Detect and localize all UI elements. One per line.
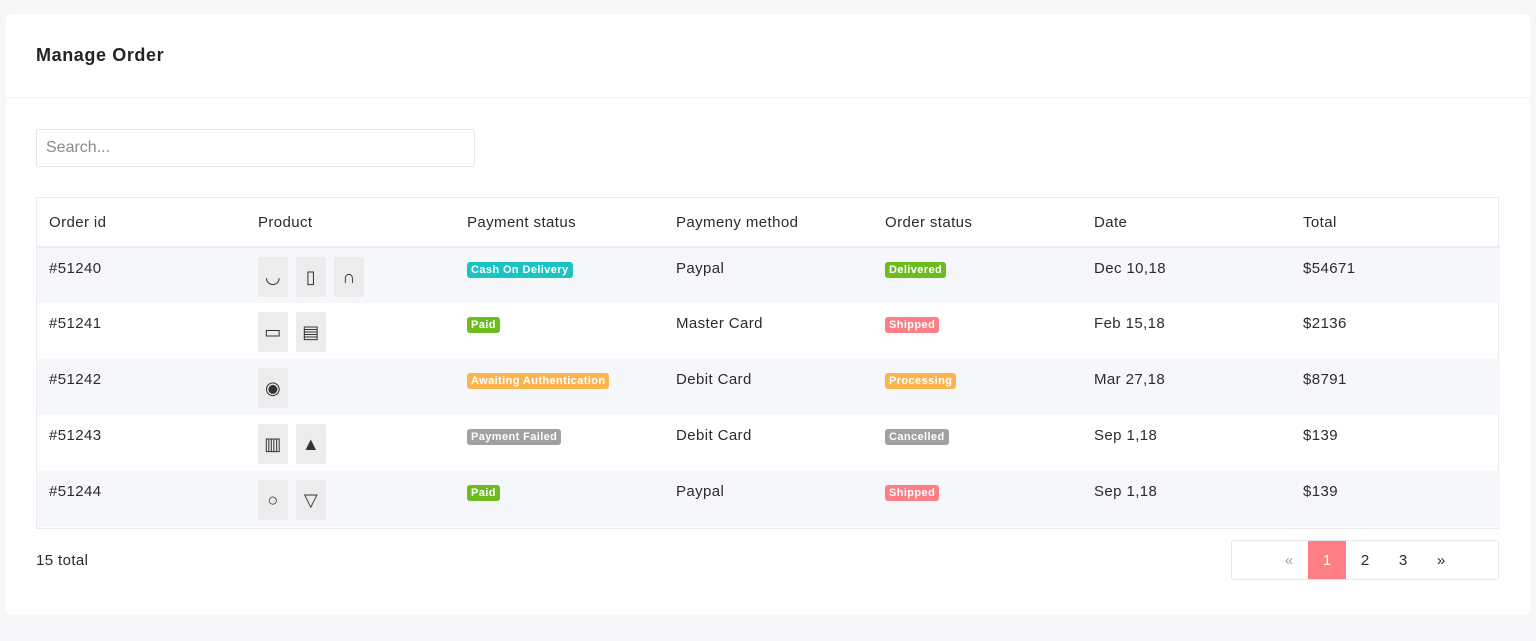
order-status-badge: Shipped xyxy=(885,485,940,501)
total-cell: $54671 xyxy=(1291,247,1500,303)
pagination-next-button[interactable]: » xyxy=(1422,541,1460,579)
column-header-product[interactable]: Product xyxy=(246,198,455,248)
headset-icon[interactable]: ◡ xyxy=(258,257,288,297)
order-status-badge: Processing xyxy=(885,373,957,389)
payment-status-badge: Cash On Delivery xyxy=(467,262,573,278)
total-count: 15 total xyxy=(36,552,89,569)
date-cell: Sep 1,18 xyxy=(1082,471,1291,527)
order-id-cell[interactable]: #51241 xyxy=(37,303,246,359)
payment-status-cell: Payment Failed xyxy=(455,415,664,471)
card-header: Manage Order xyxy=(6,14,1530,98)
payment-status-cell: Cash On Delivery xyxy=(455,247,664,303)
lamp-icon[interactable]: ▲ xyxy=(296,424,326,464)
product-cell: ○ ▽ xyxy=(246,471,455,527)
product-thumbnails: ◡ ▯ ∩ xyxy=(258,257,455,297)
order-status-badge: Cancelled xyxy=(885,429,949,445)
table-row[interactable]: #51244 ○ ▽ Paid Paypal Shipped Sep 1,18 $139 xyxy=(37,471,1500,527)
column-header-total[interactable]: Total xyxy=(1291,198,1500,248)
manage-order-card: Manage Order Order id Product Payment st… xyxy=(6,14,1530,615)
pagination-page-1[interactable]: 1 xyxy=(1308,541,1346,579)
payment-status-badge: Paid xyxy=(467,317,500,333)
payment-method-cell: Master Card xyxy=(676,315,763,332)
column-header-order-status[interactable]: Order status xyxy=(873,198,1082,248)
order-status-cell: Shipped xyxy=(873,471,1082,527)
order-status-cell: Cancelled xyxy=(873,415,1082,471)
date-cell: Mar 27,18 xyxy=(1082,359,1291,415)
column-header-order-id[interactable]: Order id xyxy=(37,198,246,248)
product-cell: ▥ ▲ xyxy=(246,415,455,471)
order-status-badge: Shipped xyxy=(885,317,940,333)
table-row[interactable]: #51241 ▭ ▤ Paid Master Card Shipped Feb 15,18 $… xyxy=(37,303,1500,359)
order-id-cell[interactable]: #51240 xyxy=(37,247,246,303)
column-header-payment-method[interactable]: Paymeny method xyxy=(664,198,873,248)
order-id-cell[interactable]: #51244 xyxy=(37,471,246,527)
payment-status-cell: Paid xyxy=(455,471,664,527)
product-thumbnails: ▭ ▤ xyxy=(258,312,455,352)
printer-icon[interactable]: ▤ xyxy=(296,312,326,352)
payment-status-badge: Awaiting Authentication xyxy=(467,373,610,389)
product-cell: ◡ ▯ ∩ xyxy=(246,247,455,303)
orders-table-container: Order id Product Payment status Paymeny … xyxy=(36,197,1500,529)
date-cell: Sep 1,18 xyxy=(1094,427,1158,444)
coffee-maker-icon[interactable]: ▥ xyxy=(258,424,288,464)
order-status-cell: Delivered xyxy=(873,247,1082,303)
table-body: #51240 ◡ ▯ ∩ Cash On Delivery Paypal Delivered… xyxy=(37,247,1500,527)
pagination-spacer xyxy=(1232,541,1270,579)
order-status-badge: Delivered xyxy=(885,262,947,278)
payment-method-cell: Debit Card xyxy=(664,359,873,415)
table-row[interactable]: #51240 ◡ ▯ ∩ Cash On Delivery Paypal Delivered… xyxy=(37,247,1500,303)
page-title: Manage Order xyxy=(36,44,165,65)
product-cell: ▭ ▤ xyxy=(246,303,455,359)
payment-method-cell: Paypal xyxy=(664,471,873,527)
pagination: « 1 2 3 » xyxy=(1231,540,1499,580)
payment-method-cell: Debit Card xyxy=(676,427,752,444)
camera-icon[interactable]: ◉ xyxy=(258,368,288,408)
orders-table: Order id Product Payment status Paymeny … xyxy=(37,198,1500,527)
dress-icon[interactable]: ▽ xyxy=(296,480,326,520)
headphones-icon[interactable]: ∩ xyxy=(334,257,364,297)
pagination-prev-button[interactable]: « xyxy=(1270,541,1308,579)
total-cell: $2136 xyxy=(1303,315,1347,332)
payment-status-cell: Awaiting Authentication xyxy=(455,359,664,415)
table-row[interactable]: #51242 ◉ Awaiting Authentication Debit Card… xyxy=(37,359,1500,415)
payment-status-badge: Payment Failed xyxy=(467,429,562,445)
date-cell: Dec 10,18 xyxy=(1082,247,1291,303)
ring-icon[interactable]: ○ xyxy=(258,480,288,520)
table-header-row: Order id Product Payment status Paymeny … xyxy=(37,198,1500,248)
payment-status-badge: Paid xyxy=(467,485,500,501)
product-thumbnails: ◉ xyxy=(258,368,455,408)
product-thumbnails: ○ ▽ xyxy=(258,480,455,520)
monitor-icon[interactable]: ▭ xyxy=(258,312,288,352)
column-header-date[interactable]: Date xyxy=(1082,198,1291,248)
order-status-cell: Processing xyxy=(873,359,1082,415)
date-cell: Feb 15,18 xyxy=(1094,315,1166,332)
total-cell: $139 xyxy=(1303,427,1338,444)
product-thumbnails: ▥ ▲ xyxy=(258,424,455,464)
column-header-payment-status[interactable]: Payment status xyxy=(455,198,664,248)
payment-status-cell: Paid xyxy=(455,303,664,359)
order-id-cell[interactable]: #51243 xyxy=(37,415,246,471)
table-row[interactable]: #51243 ▥ ▲ Payment Failed Debit Card Cancelle… xyxy=(37,415,1500,471)
payment-method-cell: Paypal xyxy=(664,247,873,303)
order-status-cell: Shipped xyxy=(873,303,1082,359)
total-cell: $8791 xyxy=(1291,359,1500,415)
total-cell: $139 xyxy=(1291,471,1500,527)
product-cell: ◉ xyxy=(246,359,455,415)
search-input[interactable] xyxy=(36,129,475,167)
pagination-page-3[interactable]: 3 xyxy=(1384,541,1422,579)
smartphone-icon[interactable]: ▯ xyxy=(296,257,326,297)
pagination-page-2[interactable]: 2 xyxy=(1346,541,1384,579)
order-id-cell[interactable]: #51242 xyxy=(37,359,246,415)
